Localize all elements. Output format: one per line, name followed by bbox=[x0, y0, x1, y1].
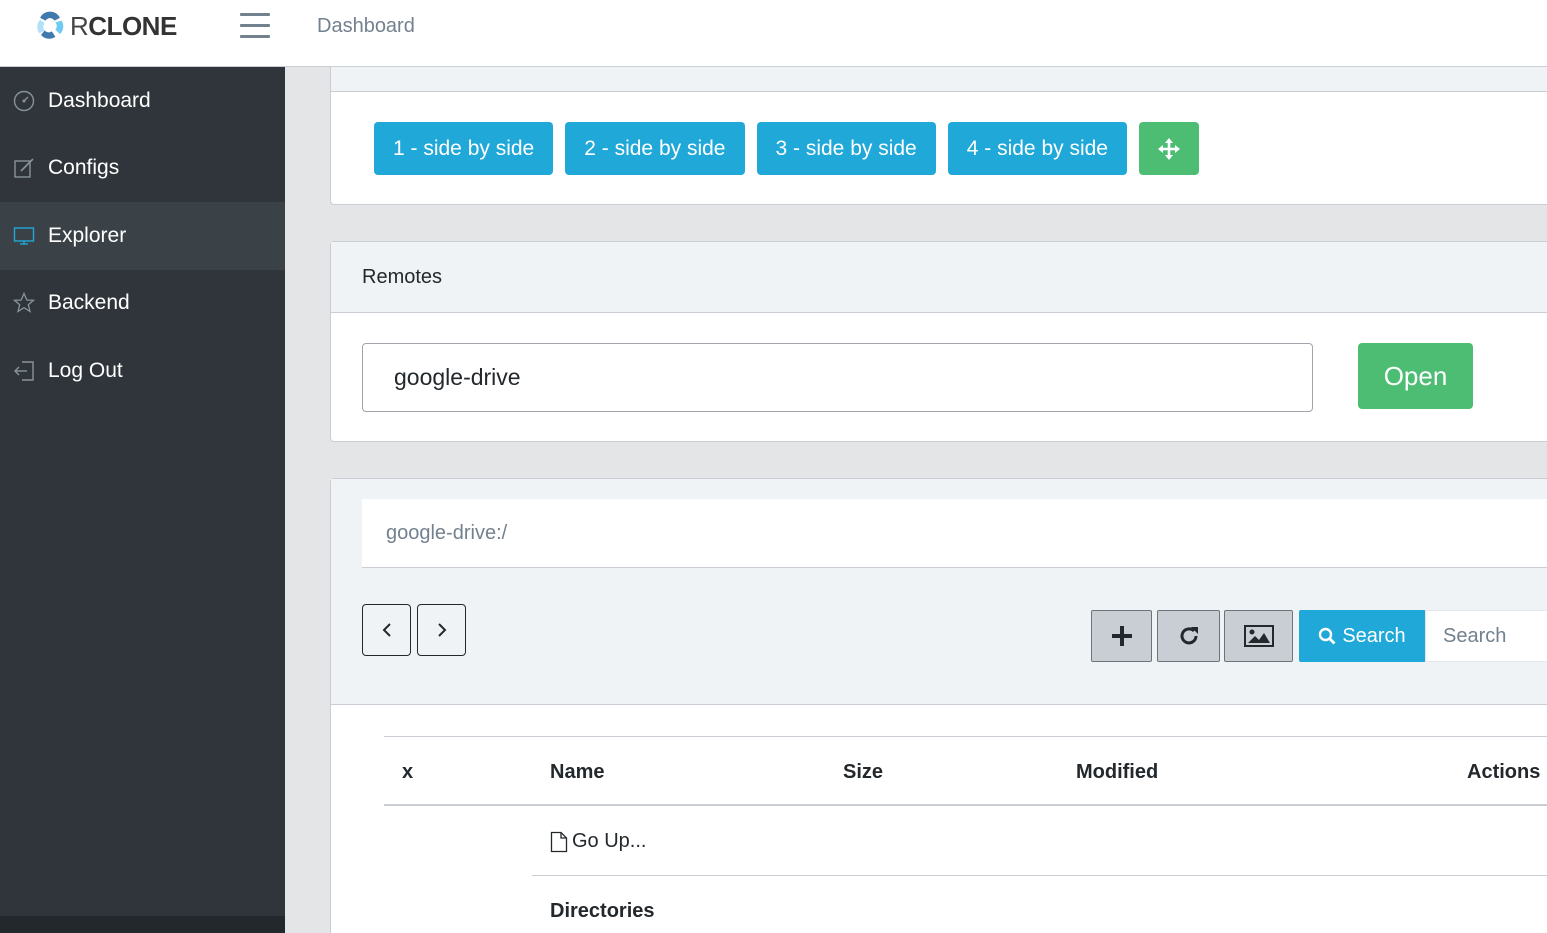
star-icon bbox=[12, 291, 36, 315]
search-button[interactable]: Search bbox=[1299, 610, 1425, 662]
brand-text-rest: CLONE bbox=[88, 10, 177, 41]
sidebar: Dashboard Configs Explorer Backend Log O… bbox=[0, 67, 285, 933]
search-button-label: Search bbox=[1342, 624, 1406, 647]
remotes-card: Remotes Open bbox=[330, 241, 1547, 442]
sidebar-item-configs[interactable]: Configs bbox=[0, 135, 285, 203]
refresh-icon bbox=[1180, 627, 1198, 645]
directories-heading: Directories bbox=[550, 900, 655, 922]
toggle-thumbnails-button[interactable] bbox=[1224, 610, 1293, 662]
rclone-logo[interactable]: RCLONE bbox=[32, 6, 177, 46]
layout-4-side-by-side-button[interactable]: 4 - side by side bbox=[947, 122, 1127, 175]
file-table-header: x Name Size Modified Actions bbox=[384, 736, 1547, 806]
select-column-header[interactable]: x bbox=[402, 761, 413, 784]
sidebar-item-label: Configs bbox=[48, 156, 120, 180]
sidebar-item-backend[interactable]: Backend bbox=[0, 270, 285, 338]
new-folder-button[interactable] bbox=[1091, 610, 1152, 662]
rclone-logo-icon bbox=[37, 11, 64, 39]
hamburger-line bbox=[240, 35, 270, 38]
remotes-card-title: Remotes bbox=[331, 242, 1547, 313]
current-path-text: google-drive:/ bbox=[386, 521, 508, 544]
sidebar-item-dashboard[interactable]: Dashboard bbox=[0, 67, 285, 135]
explorer-toolbar-area: google-drive:/ Search bbox=[331, 479, 1547, 705]
search-icon bbox=[1319, 627, 1336, 645]
sidebar-toggle-button[interactable] bbox=[240, 13, 272, 41]
layout-button-group: 1 - side by side 2 - side by side 3 - si… bbox=[374, 122, 1199, 175]
size-column-header[interactable]: Size bbox=[843, 761, 883, 784]
row-divider-gap bbox=[384, 875, 532, 876]
open-remote-button[interactable]: Open bbox=[1358, 343, 1473, 409]
file-table: x Name Size Modified Actions Go Up... Di… bbox=[384, 736, 1547, 926]
sidebar-item-label: Log Out bbox=[48, 358, 123, 382]
remote-select-input[interactable] bbox=[362, 343, 1313, 412]
main-content: 1 - side by side 2 - side by side 3 - si… bbox=[285, 67, 1547, 933]
sidebar-item-logout[interactable]: Log Out bbox=[0, 337, 285, 405]
breadcrumb[interactable]: Dashboard bbox=[317, 15, 415, 38]
layout-card: 1 - side by side 2 - side by side 3 - si… bbox=[330, 67, 1547, 205]
sidebar-item-explorer[interactable]: Explorer bbox=[0, 202, 285, 270]
name-column-header[interactable]: Name bbox=[550, 761, 604, 784]
directories-section-row: Directories bbox=[384, 876, 1547, 926]
sidebar-minimizer[interactable] bbox=[0, 916, 285, 933]
screen-desktop-icon bbox=[12, 224, 36, 248]
sidebar-item-label: Explorer bbox=[48, 223, 127, 247]
speedometer-icon bbox=[12, 89, 36, 113]
file-explorer-card: google-drive:/ Search Search x Name Size… bbox=[330, 478, 1547, 933]
plus-icon bbox=[1111, 626, 1132, 646]
hamburger-line bbox=[240, 24, 270, 27]
chevron-left-icon bbox=[382, 623, 391, 637]
forward-button[interactable] bbox=[417, 604, 466, 656]
back-button[interactable] bbox=[362, 604, 411, 656]
refresh-button[interactable] bbox=[1157, 610, 1220, 662]
image-icon bbox=[1243, 625, 1274, 647]
chevron-right-icon bbox=[437, 623, 446, 637]
logout-icon bbox=[12, 359, 36, 383]
arrows-move-icon bbox=[1158, 137, 1180, 160]
sidebar-item-label: Backend bbox=[48, 291, 130, 315]
modified-column-header[interactable]: Modified bbox=[1076, 761, 1158, 784]
brand-text: RCLONE bbox=[70, 11, 177, 42]
go-up-label: Go Up... bbox=[572, 830, 647, 852]
note-icon bbox=[12, 156, 36, 180]
hamburger-icon bbox=[240, 13, 270, 16]
go-up-row[interactable]: Go Up... bbox=[384, 806, 1547, 876]
layout-2-side-by-side-button[interactable]: 2 - side by side bbox=[565, 122, 745, 175]
brand-letter-r: R bbox=[70, 10, 89, 41]
layout-3-side-by-side-button[interactable]: 3 - side by side bbox=[756, 122, 936, 175]
file-icon bbox=[550, 831, 568, 852]
top-header: RCLONE Dashboard bbox=[0, 0, 1547, 67]
layout-1-side-by-side-button[interactable]: 1 - side by side bbox=[374, 122, 554, 175]
search-input[interactable] bbox=[1425, 610, 1547, 662]
actions-column-header: Actions bbox=[1467, 761, 1541, 783]
go-up-link[interactable]: Go Up... bbox=[550, 830, 646, 853]
current-path-breadcrumb[interactable]: google-drive:/ bbox=[362, 499, 1547, 568]
move-layout-button[interactable] bbox=[1139, 122, 1199, 175]
layout-card-header bbox=[331, 67, 1547, 92]
sidebar-item-label: Dashboard bbox=[48, 88, 151, 112]
